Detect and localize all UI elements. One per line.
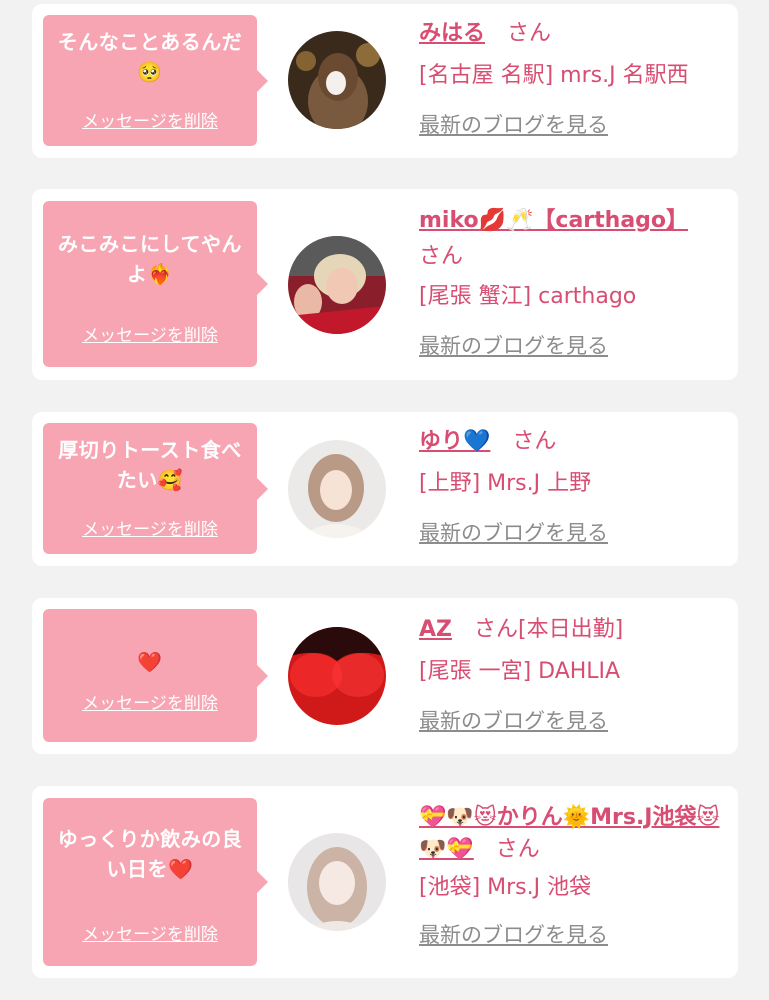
girl-photo-light-icon [288, 440, 386, 538]
avatar[interactable] [288, 236, 386, 334]
message-bubble: ❤️ メッセージを削除 [43, 609, 268, 742]
name-line: みはる さん [419, 18, 731, 50]
name-line: miko💋🥂【carthago】 [419, 205, 731, 237]
message-bubble: そんなことあるんだ🥺 メッセージを削除 [43, 15, 268, 146]
profile-info: 💝🐶😻かりん🌞Mrs.J池袋😻🐶💝 さん [池袋] Mrs.J 池袋 最新のブログ… [419, 802, 731, 950]
profile-name-link[interactable]: 💝🐶😻かりん🌞Mrs.J池袋😻🐶💝 [419, 805, 719, 862]
profile-info: みはる さん [名古屋 名駅] mrs.J 名駅西 最新のブログを見る [419, 18, 731, 140]
message-bubble: 厚切りトースト食べたい🥰 メッセージを削除 [43, 423, 268, 554]
blog-link[interactable]: 最新のブログを見る [419, 518, 731, 548]
status-badge: [本日出勤] [518, 617, 624, 642]
message-card: 厚切りトースト食べたい🥰 メッセージを削除 ゆり💙 さん [上野] Mrs.J 上… [32, 412, 738, 566]
name-line: ゆり💙 さん [419, 426, 731, 458]
shop-label: [尾張 一宮] DAHLIA [419, 659, 621, 684]
shop-label: [池袋] Mrs.J 池袋 [419, 875, 592, 900]
message-card: みこみこにしてやんよ❤️‍🔥 メッセージを削除 miko💋🥂【carthago】… [32, 189, 738, 380]
name-line: 💝🐶😻かりん🌞Mrs.J池袋😻🐶💝 さん [419, 802, 731, 866]
delete-message-link[interactable]: メッセージを削除 [43, 107, 257, 132]
delete-message-link[interactable]: メッセージを削除 [43, 321, 257, 346]
avatar[interactable] [288, 627, 386, 725]
avatar[interactable] [288, 833, 386, 931]
profile-name-link[interactable]: AZ [419, 617, 452, 642]
message-text: ゆっくりか飲みの良い日を❤️ [57, 827, 243, 881]
profile-name-link[interactable]: miko💋🥂【carthago】 [419, 208, 688, 233]
honorific: さん [495, 837, 540, 862]
girl-photo-night-icon [288, 31, 386, 129]
message-bubble: ゆっくりか飲みの良い日を❤️ メッセージを削除 [43, 798, 268, 966]
shop-label: [上野] Mrs.J 上野 [419, 471, 592, 496]
shop-label: [名古屋 名駅] mrs.J 名駅西 [419, 63, 689, 88]
shop-label: [尾張 蟹江] carthago [419, 284, 637, 309]
avatar[interactable] [288, 31, 386, 129]
message-card: そんなことあるんだ🥺 メッセージを削除 みはる さん [名古屋 名駅] mrs.J… [32, 4, 738, 158]
message-bubble: みこみこにしてやんよ❤️‍🔥 メッセージを削除 [43, 201, 268, 367]
delete-message-link[interactable]: メッセージを削除 [43, 920, 257, 945]
profile-name-link[interactable]: ゆり💙 [419, 429, 490, 454]
honorific: さん [419, 244, 464, 269]
girl-photo-grey-icon [288, 833, 386, 931]
honorific: さん [512, 429, 557, 454]
honorific: さん [507, 21, 552, 46]
message-card: ❤️ メッセージを削除 AZ さん[本日出勤] [尾張 一宮] DAHLIA 最新… [32, 598, 738, 754]
blog-link[interactable]: 最新のブログを見る [419, 331, 731, 361]
red-heart-photo-icon [288, 627, 386, 725]
profile-info: miko💋🥂【carthago】 さん [尾張 蟹江] carthago 最新の… [419, 205, 731, 361]
profile-name-link[interactable]: みはる [419, 21, 485, 46]
delete-message-link[interactable]: メッセージを削除 [43, 515, 257, 540]
message-text: ❤️ [137, 650, 163, 674]
message-text: そんなことあるんだ🥺 [57, 30, 243, 84]
message-text: みこみこにしてやんよ❤️‍🔥 [58, 232, 242, 286]
message-text: 厚切りトースト食べたい🥰 [58, 438, 242, 492]
blog-link[interactable]: 最新のブログを見る [419, 920, 731, 950]
delete-message-link[interactable]: メッセージを削除 [43, 689, 257, 714]
blog-link[interactable]: 最新のブログを見る [419, 110, 731, 140]
blog-link[interactable]: 最新のブログを見る [419, 706, 731, 736]
profile-info: AZ さん[本日出勤] [尾張 一宮] DAHLIA 最新のブログを見る [419, 614, 731, 736]
avatar[interactable] [288, 440, 386, 538]
name-line: AZ さん[本日出勤] [419, 614, 731, 646]
profile-info: ゆり💙 さん [上野] Mrs.J 上野 最新のブログを見る [419, 426, 731, 548]
honorific: さん [473, 617, 518, 642]
message-card: ゆっくりか飲みの良い日を❤️ メッセージを削除 💝🐶😻かりん🌞Mrs.J池袋😻🐶… [32, 786, 738, 978]
girl-photo-blonde-icon [288, 236, 386, 334]
